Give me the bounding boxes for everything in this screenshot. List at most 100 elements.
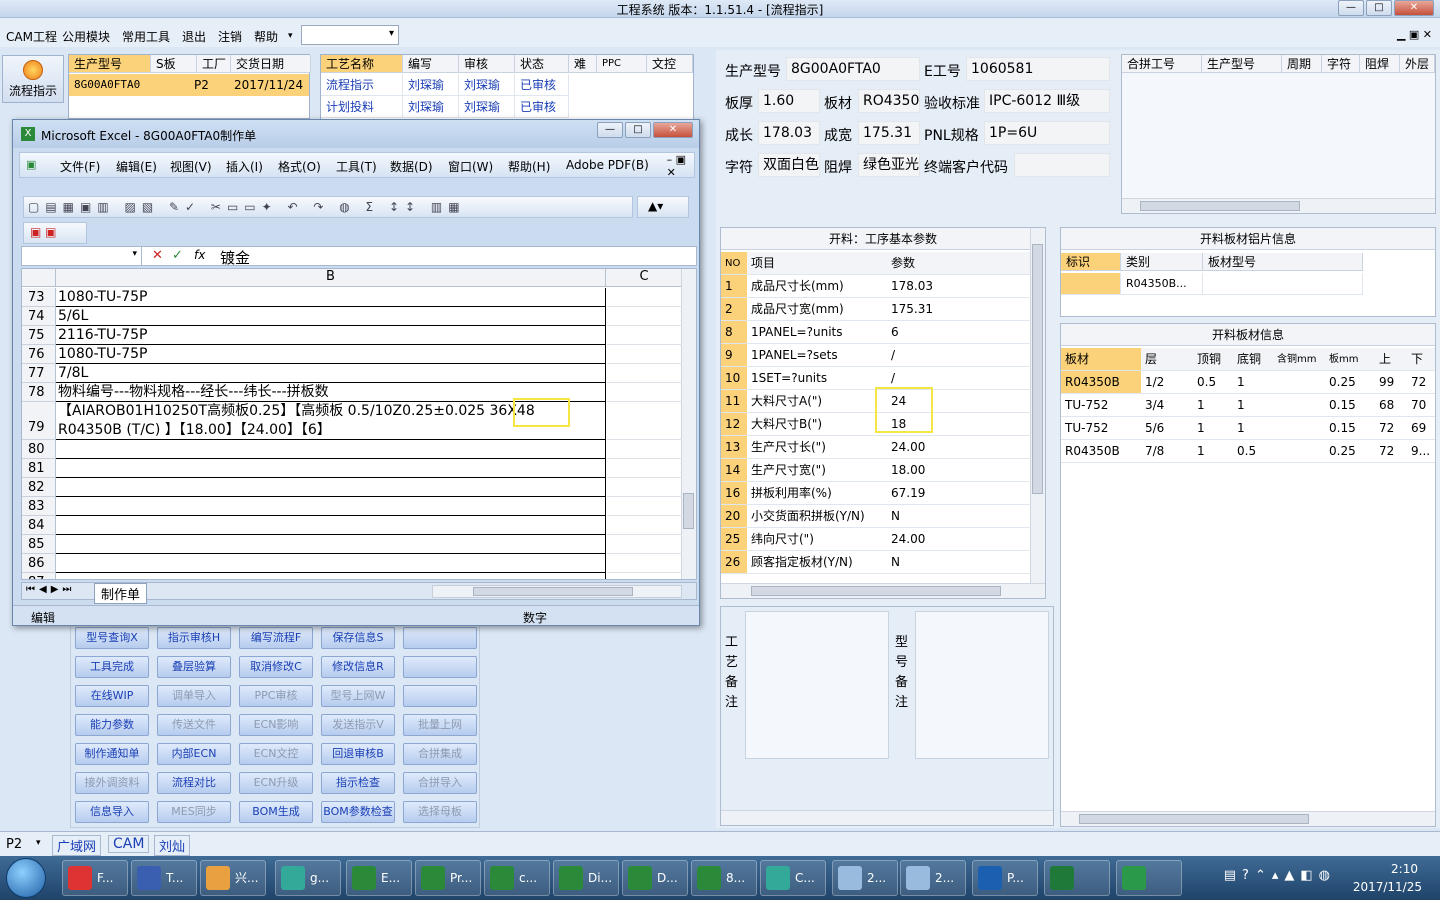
grid-header[interactable]: 项目 — [747, 252, 887, 275]
eno-field[interactable]: 1060581 — [966, 57, 1110, 81]
grid-header[interactable]: NO — [721, 252, 747, 275]
cell-c[interactable] — [607, 478, 682, 497]
function-button[interactable]: 发送指示V — [321, 714, 395, 736]
grid-header[interactable]: 工艺名称 — [321, 55, 403, 73]
function-button[interactable]: 指示审核H — [157, 627, 231, 649]
grid-header[interactable]: 编写 — [403, 55, 459, 73]
taskbar-item[interactable]: C... — [760, 860, 826, 896]
horizontal-scrollbar[interactable] — [721, 810, 1053, 825]
cell-b[interactable] — [56, 516, 606, 535]
thickness-field[interactable]: 1.60 — [758, 89, 820, 113]
taskbar-item[interactable]: 2... — [832, 860, 898, 896]
grid-header[interactable]: 上 — [1375, 348, 1407, 371]
menu-exit[interactable]: 退出 — [182, 28, 206, 45]
function-button[interactable]: 型号查询X — [75, 627, 149, 649]
grid-header[interactable]: 外层 — [1400, 55, 1435, 73]
cell-b[interactable]: 1080-TU-75P — [56, 288, 606, 307]
function-button[interactable]: ECN文控 — [239, 743, 313, 765]
function-button[interactable]: 接外调资料 — [75, 772, 149, 794]
table-row[interactable]: R04350B 1/2 0.5 1 0.25 99 72 — [1061, 371, 1435, 394]
excel-maximize-button[interactable]: □ — [625, 122, 651, 138]
table-row[interactable]: 20 小交货面积拼板(Y/N) N — [721, 505, 1045, 528]
row-header[interactable]: 86 — [22, 554, 56, 573]
table-row[interactable]: 8 1PANEL=?units 6 — [721, 321, 1045, 344]
grid-header[interactable]: 难 — [569, 55, 597, 73]
cell-b[interactable] — [56, 554, 606, 573]
row-header[interactable]: 84 — [22, 516, 56, 535]
cell-b[interactable]: 7/8L — [56, 364, 606, 383]
horizontal-scrollbar[interactable] — [721, 583, 1045, 598]
workbook-controls[interactable]: – ▣ ✕ — [667, 153, 686, 179]
taskbar-item[interactable]: D... — [622, 860, 688, 896]
grid-header[interactable]: 字符 — [1322, 55, 1360, 73]
cell-c[interactable] — [607, 459, 682, 478]
excel-menu-item[interactable]: 窗口(W) — [448, 158, 493, 175]
taskbar-item[interactable]: 2... — [900, 860, 966, 896]
grid-header[interactable]: 底铜 — [1233, 348, 1273, 371]
model-field[interactable]: 8G00A0FTA0 — [786, 57, 920, 81]
cell-b[interactable]: 2116-TU-75P — [56, 326, 606, 345]
table-row[interactable]: TU-752 3/4 1 1 0.15 68 70 — [1061, 394, 1435, 417]
taskbar-item[interactable]: 兴... — [200, 860, 266, 896]
material-field[interactable]: RO4350E — [858, 89, 920, 113]
table-row[interactable]: 1 成品尺寸长(mm) 178.03 — [721, 275, 1045, 298]
grid-cell[interactable]: 流程指示 — [321, 74, 403, 96]
confirm-icon[interactable]: ✓ — [172, 248, 183, 263]
taskbar-item[interactable] — [1116, 860, 1182, 896]
function-button[interactable]: 保存信息S — [321, 627, 395, 649]
excel-menu-item[interactable]: 数据(D) — [390, 158, 433, 175]
function-button[interactable]: 内部ECN — [157, 743, 231, 765]
table-row[interactable]: 26 顾客指定板材(Y/N) N — [721, 551, 1045, 574]
grid-header[interactable]: 类别 — [1121, 253, 1203, 271]
table-row[interactable]: 14 生产尺寸宽(") 18.00 — [721, 459, 1045, 482]
cell-b[interactable] — [56, 535, 606, 554]
function-button[interactable]: MES同步 — [157, 801, 231, 823]
function-button[interactable]: 合拼集成 — [403, 743, 477, 765]
menu-cam[interactable]: CAM工程 — [6, 28, 57, 45]
taskbar-item[interactable]: Di... — [553, 860, 619, 896]
table-row[interactable]: R04350B 7/8 1 0.5 0.25 72 9... — [1061, 440, 1435, 463]
pnl-field[interactable]: 1P=6U — [984, 121, 1110, 145]
table-row[interactable]: 9 1PANEL=?sets / — [721, 344, 1045, 367]
grid-header[interactable]: 含铜mm — [1273, 348, 1325, 371]
flow-instruction-tool[interactable]: 流程指示 — [2, 55, 64, 103]
excel-menu-item[interactable]: 工具(T) — [336, 158, 377, 175]
function-button[interactable]: 在线WIP — [75, 685, 149, 707]
grid-header[interactable]: 生产型号 — [69, 55, 151, 73]
taskbar-item[interactable]: T... — [131, 860, 197, 896]
cell-b[interactable]: 5/6L — [56, 307, 606, 326]
mask-field[interactable]: 绿色亚光 — [858, 153, 920, 177]
function-button[interactable]: 制作通知单 — [75, 743, 149, 765]
function-icon[interactable]: fx — [194, 248, 205, 262]
row-header[interactable]: 79 — [22, 402, 56, 440]
table-row[interactable]: 16 拼板利用率(%) 67.19 — [721, 482, 1045, 505]
cancel-icon[interactable]: ✕ — [152, 248, 163, 263]
sheet-vertical-scrollbar[interactable] — [681, 269, 696, 579]
taskbar-item[interactable] — [1044, 860, 1110, 896]
tray-icons[interactable]: ▤?⌃▴▲◧◍ — [1224, 868, 1336, 883]
cell-b[interactable]: 1080-TU-75P — [56, 345, 606, 364]
cell-c[interactable] — [607, 440, 682, 459]
menu-tools[interactable]: 常用工具 — [122, 28, 170, 45]
pdf-icon[interactable]: ▣ ▣ — [30, 225, 57, 239]
grid-cell[interactable]: R04350B... — [1121, 273, 1203, 295]
cell-c[interactable] — [607, 402, 682, 440]
factory-selector[interactable]: P2 — [6, 837, 22, 852]
table-row[interactable]: 13 生产尺寸长(") 24.00 — [721, 436, 1045, 459]
column-header-c[interactable]: C — [606, 269, 682, 287]
grid-header[interactable]: 合拼工号 — [1122, 55, 1202, 73]
function-button[interactable]: 选择母板 — [403, 801, 477, 823]
function-button[interactable]: 传送文件 — [157, 714, 231, 736]
taskbar-item[interactable]: P... — [972, 860, 1038, 896]
function-button[interactable]: 回退审核B — [321, 743, 395, 765]
function-button[interactable]: 编写流程F — [239, 627, 313, 649]
horizontal-scrollbar[interactable] — [1061, 811, 1435, 826]
row-header[interactable]: 82 — [22, 478, 56, 497]
function-button[interactable]: 批量上网 — [403, 714, 477, 736]
row-header[interactable]: 85 — [22, 535, 56, 554]
start-button[interactable] — [6, 858, 46, 898]
function-button[interactable]: ECN影响 — [239, 714, 313, 736]
function-button[interactable] — [403, 685, 477, 707]
grid-header[interactable]: 参数 — [887, 252, 1031, 275]
grid-header[interactable]: 板材 — [1061, 348, 1141, 371]
